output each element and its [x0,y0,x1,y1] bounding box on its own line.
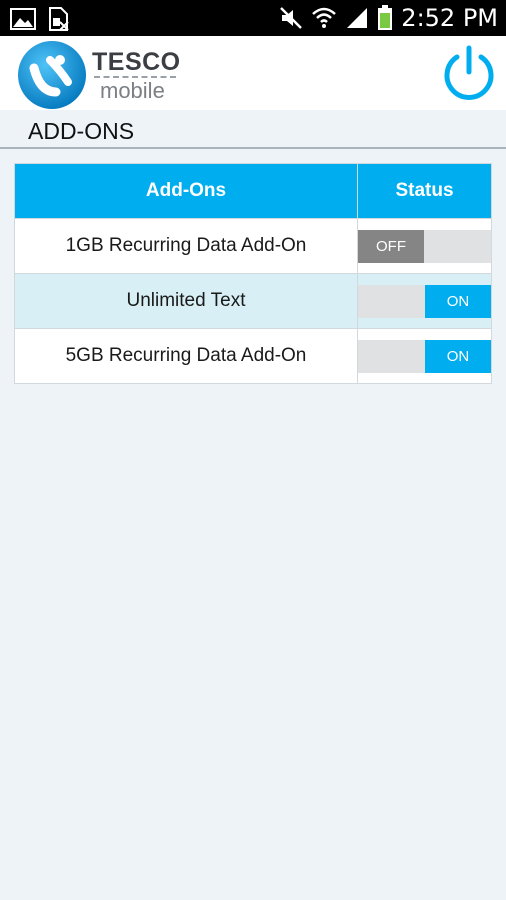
addons-table: Add-Ons Status 1GB Recurring Data Add-On… [14,163,492,384]
status-cell: ON [358,274,491,328]
column-header-status: Status [395,180,454,201]
brand-name: TESCO [92,48,181,76]
power-icon[interactable] [440,44,498,102]
toggle-knob: OFF [358,229,424,263]
status-bar: 2:52 PM [0,0,506,36]
sim-icon [49,7,69,31]
app-header: TESCO mobile [0,36,506,110]
clock: 2:52 PM [401,4,498,32]
signal-icon [347,8,368,28]
table-row: Unlimited Text ON [15,273,491,328]
addon-name: 1GB Recurring Data Add-On [15,219,358,273]
addon-toggle-5gb[interactable]: ON [358,339,491,373]
addon-toggle-unlimited-text[interactable]: ON [358,284,491,318]
addon-name: 5GB Recurring Data Add-On [15,329,358,383]
tesco-mobile-logo-icon [18,41,86,109]
addon-toggle-1gb[interactable]: OFF [358,229,491,263]
addon-name: Unlimited Text [15,274,358,328]
status-cell: ON [358,329,491,383]
mute-icon [280,7,303,29]
gallery-icon [10,8,36,30]
title-divider [0,147,506,149]
table-row: 5GB Recurring Data Add-On ON [15,328,491,383]
table-row: 1GB Recurring Data Add-On OFF [15,218,491,273]
brand-subtitle: mobile [100,78,165,103]
status-cell: OFF [358,219,491,273]
toggle-knob: ON [425,284,491,318]
toggle-knob: ON [425,339,491,373]
page-title: ADD-ONS [28,118,135,144]
table-header: Add-Ons Status [15,164,491,218]
battery-icon [378,5,393,30]
wifi-icon [312,7,337,28]
column-header-addons: Add-Ons [15,164,358,218]
